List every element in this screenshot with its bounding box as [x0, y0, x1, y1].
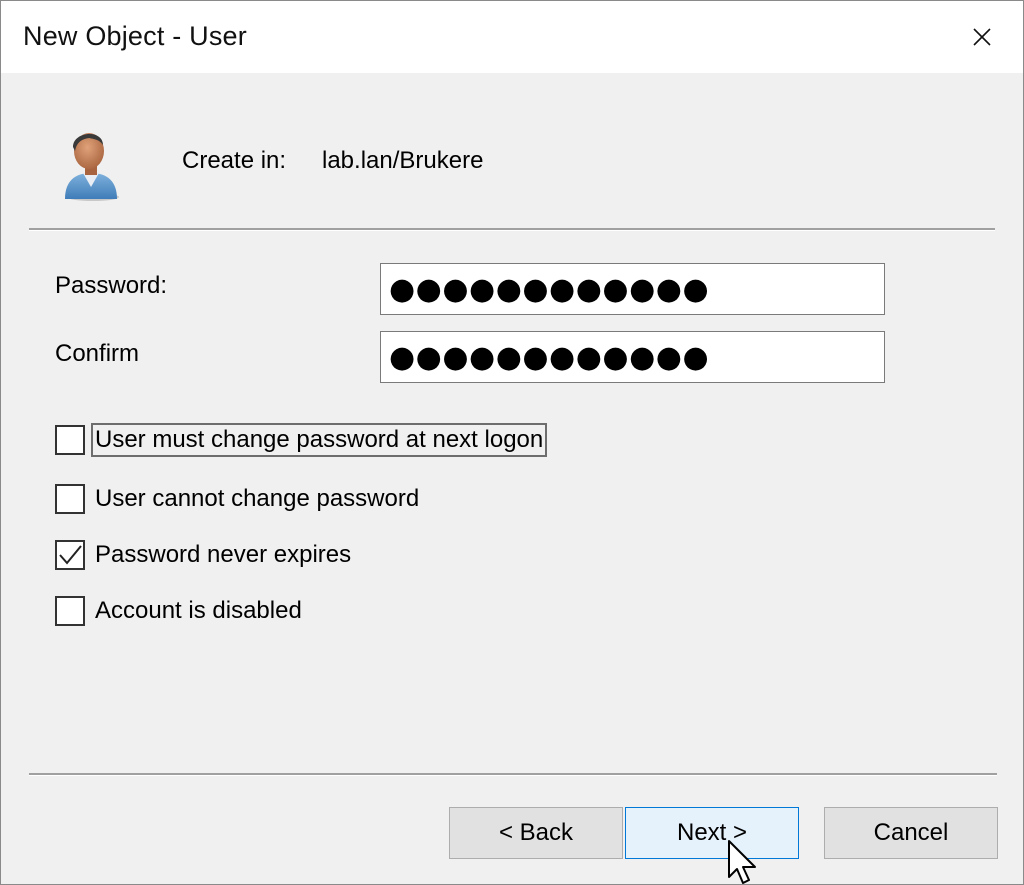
- checkbox-label: User cannot change password: [95, 485, 420, 512]
- user-icon: [65, 133, 119, 201]
- create-in-value: lab.lan/Brukere: [322, 147, 484, 174]
- checkbox-cannot-change-password[interactable]: User cannot change password: [55, 482, 421, 516]
- close-icon: [973, 28, 991, 46]
- window-title: New Object - User: [23, 21, 247, 51]
- checkmark-icon: [59, 545, 82, 565]
- create-in-label: Create in:: [182, 147, 287, 174]
- checkbox-password-never-expires[interactable]: Password never expires: [55, 538, 353, 572]
- title-bar: New Object - User: [1, 1, 1023, 73]
- confirm-password-input[interactable]: [380, 331, 885, 383]
- close-button[interactable]: [941, 1, 1023, 73]
- checkbox-label: Account is disabled: [95, 597, 302, 624]
- checkbox[interactable]: [55, 484, 85, 514]
- next-button[interactable]: Next >: [625, 807, 799, 859]
- password-input[interactable]: [380, 263, 885, 315]
- checkbox-checked[interactable]: [55, 540, 85, 570]
- header-separator: [29, 228, 995, 231]
- password-label: Password:: [55, 272, 168, 299]
- new-object-user-dialog: New Object - User Create in: lab.lan/Bru…: [0, 0, 1024, 885]
- cancel-button[interactable]: Cancel: [824, 807, 998, 859]
- footer-separator: [29, 773, 997, 776]
- checkbox[interactable]: [55, 596, 85, 626]
- confirm-label: Confirm: [55, 340, 140, 367]
- checkbox-label: User must change password at next logon: [90, 423, 548, 457]
- checkbox[interactable]: [55, 425, 85, 455]
- checkbox-label: Password never expires: [95, 541, 352, 568]
- checkbox-must-change-password[interactable]: User must change password at next logon: [55, 423, 548, 457]
- checkbox-account-disabled[interactable]: Account is disabled: [55, 594, 304, 628]
- back-button[interactable]: < Back: [449, 807, 623, 859]
